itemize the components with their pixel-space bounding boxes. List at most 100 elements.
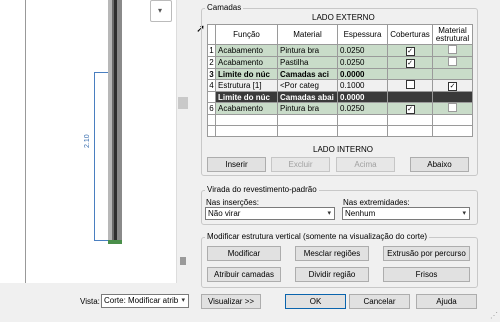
ends-value: Nenhum	[345, 209, 376, 218]
layer-wraps-cell[interactable]	[387, 79, 433, 92]
layer-material-cell[interactable]: Camadas abai	[277, 91, 338, 103]
layers-group-title: Camadas	[205, 3, 244, 12]
layer-function-cell[interactable]: Acabamento	[215, 56, 278, 69]
move-down-button[interactable]: Abaixo	[410, 157, 469, 172]
column-header-wraps: Coberturas	[387, 24, 433, 45]
exterior-side-label: LADO EXTERNO	[312, 13, 375, 22]
layer-thickness-cell[interactable]: 0.1000	[337, 79, 388, 92]
layer-row[interactable]: 6 Acabamento Pintura bra 0.0250 ✓	[207, 102, 473, 115]
dimension-tick-bottom	[94, 240, 108, 241]
dimension-line	[94, 72, 95, 240]
layer-structural-cell[interactable]	[432, 102, 473, 115]
dimension-tick-top	[94, 72, 108, 73]
layer-number-cell[interactable]: 2	[207, 56, 216, 69]
scrollbar-thumb[interactable]	[178, 97, 188, 109]
layer-thickness-cell[interactable]: 0.0000	[337, 91, 388, 103]
layer-number-cell[interactable]: 5	[207, 91, 216, 103]
layer-row[interactable]: 1 Acabamento Pintura bra 0.0250 ✓	[207, 44, 473, 57]
inserts-dropdown[interactable]: Não virar ▾	[205, 207, 335, 220]
layer-material-cell[interactable]: Pastilha	[277, 56, 338, 69]
layer-material-cell[interactable]: Pintura bra	[277, 102, 338, 115]
inserts-label: Nas inserções:	[206, 198, 259, 207]
layer-row[interactable]: 4 Estrutura [1] <Por categ 0.1000 ✓	[207, 79, 473, 92]
layer-wraps-checkbox[interactable]: ✓	[405, 46, 415, 56]
preview-reference-line	[25, 0, 26, 283]
scrollbar-arrow-down[interactable]	[180, 257, 186, 265]
layer-structural-cell[interactable]	[432, 56, 473, 69]
layer-number-cell[interactable]: 1	[207, 44, 216, 57]
layer-thickness-cell[interactable]: 0.0250	[337, 44, 388, 57]
merge-regions-button[interactable]: Mesclar regiões	[295, 246, 369, 261]
ends-label: Nas extremidades:	[343, 198, 410, 207]
layer-number-cell[interactable]: 6	[207, 102, 216, 115]
view-value: Corte: Modificar atrib	[104, 296, 179, 305]
layer-wraps-checkbox[interactable]: ✓	[405, 58, 415, 68]
layer-structural-checkbox[interactable]	[448, 45, 457, 54]
layer-number-cell[interactable]: 4	[207, 79, 216, 92]
vertical-structure-title: Modificar estrutura vertical (somente na…	[205, 232, 430, 241]
split-region-button[interactable]: Dividir região	[295, 267, 369, 282]
inserts-value: Não virar	[208, 209, 241, 218]
layer-structural-checkbox[interactable]	[448, 57, 457, 66]
chevron-down-icon: ▾	[181, 297, 185, 304]
layer-function-cell[interactable]: Acabamento	[215, 102, 278, 115]
sweeps-button[interactable]: Extrusão por percurso	[383, 246, 470, 261]
layer-function-cell[interactable]: Estrutura [1]	[215, 79, 278, 92]
layer-thickness-cell[interactable]: 0.0250	[337, 56, 388, 69]
layer-function-cell[interactable]: Acabamento	[215, 44, 278, 57]
view-dropdown[interactable]: Corte: Modificar atrib ▾	[101, 294, 189, 308]
layer-material-cell[interactable]: Camadas aci	[277, 68, 338, 80]
layer-thickness-cell[interactable]: 0.0000	[337, 68, 388, 80]
layer-wraps-cell[interactable]: ✓	[387, 102, 433, 115]
layer-material-cell[interactable]: Pintura bra	[277, 44, 338, 57]
layer-structural-cell[interactable]	[432, 91, 473, 103]
wall-base-line	[108, 240, 122, 244]
chevron-down-icon: ▾	[158, 6, 163, 15]
help-button[interactable]: Ajuda	[416, 294, 477, 309]
empty-row	[207, 114, 473, 126]
wall-section-drawing	[108, 0, 122, 240]
layer-material-cell[interactable]: <Por categ	[277, 79, 338, 92]
column-header-number	[207, 24, 216, 45]
delete-layer-button[interactable]: Excluir	[271, 157, 330, 172]
move-up-button[interactable]: Acima	[336, 157, 395, 172]
interior-side-label: LADO INTERNO	[313, 145, 374, 154]
layer-wraps-checkbox[interactable]	[405, 80, 415, 89]
layer-thickness-cell[interactable]: 0.0250	[337, 102, 388, 115]
layer-number-cell[interactable]: 3	[207, 68, 216, 80]
layer-function-cell[interactable]: Limite do núc	[215, 68, 278, 80]
resize-grip-icon[interactable]: ⋰	[490, 312, 498, 320]
modify-button[interactable]: Modificar	[207, 246, 281, 261]
layer-row[interactable]: 2 Acabamento Pastilha 0.0250 ✓	[207, 56, 473, 69]
view-label: Vista:	[80, 297, 100, 306]
reveals-button[interactable]: Frisos	[383, 267, 470, 282]
layer-structural-checkbox[interactable]	[448, 103, 457, 112]
layer-structural-cell[interactable]	[432, 44, 473, 57]
layer-wraps-cell[interactable]	[387, 68, 433, 80]
layers-table: Função Material Espessura Coberturas Mat…	[207, 24, 473, 137]
preview-zoom-control[interactable]: ▾	[150, 0, 172, 22]
preview-vertical-scrollbar[interactable]	[176, 0, 190, 283]
chevron-down-icon: ▾	[462, 210, 466, 217]
layer-wraps-cell[interactable]: ✓	[387, 56, 433, 69]
layer-wraps-cell[interactable]: ✓	[387, 44, 433, 57]
assign-layers-button[interactable]: Atribuir camadas	[207, 267, 281, 282]
column-header-function: Função	[215, 24, 278, 45]
insert-layer-button[interactable]: Inserir	[207, 157, 266, 172]
layer-structural-checkbox[interactable]: ✓	[448, 81, 457, 91]
chevron-down-icon: ▾	[327, 210, 331, 217]
layer-function-cell[interactable]: Limite do núc	[215, 91, 278, 103]
cancel-button[interactable]: Cancelar	[349, 294, 410, 309]
layer-structural-cell[interactable]: ✓	[432, 79, 473, 92]
ok-button[interactable]: OK	[285, 294, 346, 309]
layer-row[interactable]: 5 Limite do núc Camadas abai 0.0000	[207, 91, 473, 103]
wrap-group-title: Virada do revestimento-padrão	[205, 185, 319, 194]
layer-wraps-checkbox[interactable]: ✓	[405, 104, 415, 114]
column-header-material: Material	[277, 24, 338, 45]
layer-wraps-cell[interactable]	[387, 91, 433, 103]
ends-dropdown[interactable]: Nenhum ▾	[342, 207, 470, 220]
dimension-label: 2.10	[84, 134, 91, 148]
layer-row[interactable]: 3 Limite do núc Camadas aci 0.0000	[207, 68, 473, 80]
preview-button[interactable]: Visualizar >>	[201, 294, 261, 309]
layer-structural-cell[interactable]	[432, 68, 473, 80]
